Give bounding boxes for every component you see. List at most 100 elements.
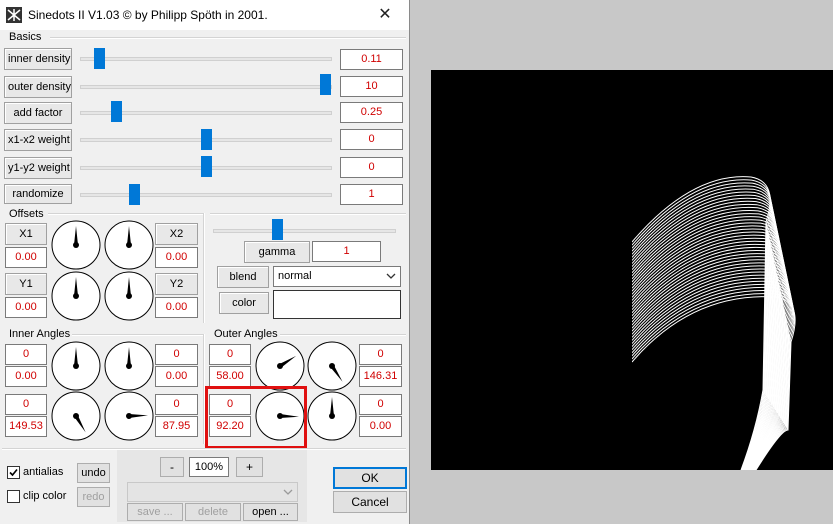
title-bar: Sinedots II V1.03 © by Philipp Spöth in … <box>0 0 409 30</box>
y1-dial[interactable] <box>51 271 101 321</box>
x2-value[interactable]: 0.00 <box>155 247 198 268</box>
outer-density-button[interactable]: outer density <box>4 76 72 98</box>
x1-x2-weight-slider[interactable] <box>201 129 212 150</box>
randomize-button[interactable]: randomize <box>4 184 72 204</box>
outer-br-b-value[interactable]: 0.00 <box>359 416 402 437</box>
sinedots-dialog: Sinedots II V1.03 © by Philipp Spöth in … <box>0 0 410 524</box>
outer-density-value[interactable]: 10 <box>340 76 403 97</box>
randomize-value[interactable]: 1 <box>340 184 403 205</box>
blend-select-value: normal <box>278 270 312 282</box>
x2-button[interactable]: X2 <box>155 223 198 245</box>
sinedot-curve <box>631 188 774 471</box>
offsets-separator <box>203 213 205 323</box>
inner-tl-dial[interactable] <box>51 341 101 391</box>
y1-button[interactable]: Y1 <box>5 273 47 295</box>
app-icon <box>6 7 22 23</box>
outer-tr-a-value[interactable]: 0 <box>359 344 402 365</box>
gamma-track <box>213 229 396 233</box>
zoom-value[interactable]: 100% <box>189 457 229 477</box>
y2-button[interactable]: Y2 <box>155 273 198 295</box>
inner-tr-b-value[interactable]: 0.00 <box>155 366 198 387</box>
zoom-plus-button[interactable]: + <box>236 457 263 477</box>
y1-value[interactable]: 0.00 <box>5 297 47 318</box>
outer-density-slider[interactable] <box>320 74 331 95</box>
chevron-down-icon <box>283 489 293 495</box>
chevron-down-icon <box>386 273 396 279</box>
outer-br-a-value[interactable]: 0 <box>359 394 402 415</box>
undo-button[interactable]: undo <box>77 463 110 483</box>
inner-br-a-value[interactable]: 0 <box>155 394 198 415</box>
inner-density-value[interactable]: 0.11 <box>340 49 403 70</box>
basics-group-label: Basics <box>9 31 42 43</box>
close-icon[interactable]: ✕ <box>365 0 405 30</box>
gamma-button[interactable]: gamma <box>244 241 310 263</box>
inner-tr-a-value[interactable]: 0 <box>155 344 198 365</box>
preset-select[interactable] <box>127 482 298 502</box>
gamma-value[interactable]: 1 <box>312 241 381 262</box>
x1-dial[interactable] <box>51 220 101 270</box>
x1-button[interactable]: X1 <box>5 223 47 245</box>
x2-dial[interactable] <box>104 220 154 270</box>
clip-color-label: clip color <box>23 490 67 502</box>
blend-button[interactable]: blend <box>217 266 269 288</box>
save-button[interactable]: save ... <box>127 503 183 521</box>
cancel-button[interactable]: Cancel <box>333 491 407 513</box>
outer-br-dial[interactable] <box>307 391 357 441</box>
inner-angles-group-label: Inner Angles <box>9 328 71 340</box>
open-button[interactable]: open ... <box>243 503 298 521</box>
add-factor-value[interactable]: 0.25 <box>340 102 403 123</box>
y1-y2-weight-value[interactable]: 0 <box>340 157 403 178</box>
y2-value[interactable]: 0.00 <box>155 297 198 318</box>
randomize-track <box>80 193 332 197</box>
x1-x2-weight-button[interactable]: x1-x2 weight <box>4 129 72 151</box>
add-factor-slider[interactable] <box>111 101 122 122</box>
inner-tr-dial[interactable] <box>104 341 154 391</box>
outer-tl-b-value[interactable]: 58.00 <box>209 366 251 387</box>
window-title: Sinedots II V1.03 © by Philipp Spöth in … <box>28 8 268 22</box>
outer-tl-dial[interactable] <box>255 341 305 391</box>
gamma-slider[interactable] <box>272 219 283 240</box>
inner-density-track <box>80 57 332 61</box>
outer-density-track <box>80 85 332 89</box>
add-factor-button[interactable]: add factor <box>4 102 72 124</box>
y1-y2-weight-slider[interactable] <box>201 156 212 177</box>
inner-density-button[interactable]: inner density <box>4 48 72 70</box>
randomize-slider[interactable] <box>129 184 140 205</box>
sinedots-render <box>431 70 796 471</box>
inner-tl-a-value[interactable]: 0 <box>5 344 47 365</box>
highlight-box <box>205 386 307 449</box>
inner-bl-dial[interactable] <box>51 391 101 441</box>
inner-br-dial[interactable] <box>104 391 154 441</box>
ok-button[interactable]: OK <box>333 467 407 489</box>
inner-angles-divider <box>72 334 203 336</box>
inner-density-slider[interactable] <box>94 48 105 69</box>
inner-br-b-value[interactable]: 87.95 <box>155 416 198 437</box>
render-divider <box>210 213 406 215</box>
outer-tl-a-value[interactable]: 0 <box>209 344 251 365</box>
zoom-minus-button[interactable]: - <box>160 457 184 477</box>
delete-button[interactable]: delete <box>185 503 241 521</box>
outer-angles-group-label: Outer Angles <box>214 328 278 340</box>
outer-tr-dial[interactable] <box>307 341 357 391</box>
inner-tl-b-value[interactable]: 0.00 <box>5 366 47 387</box>
antialias-label: antialias <box>23 466 64 478</box>
y2-dial[interactable] <box>104 271 154 321</box>
checkmark-icon <box>9 468 18 477</box>
preview-canvas <box>431 70 833 471</box>
antialias-checkbox[interactable] <box>7 466 20 479</box>
inner-bl-a-value[interactable]: 0 <box>5 394 47 415</box>
redo-button[interactable]: redo <box>77 487 110 507</box>
blend-select[interactable]: normal <box>273 266 401 287</box>
offsets-group-label: Offsets <box>9 208 44 220</box>
color-button[interactable]: color <box>219 292 269 314</box>
x1-x2-weight-value[interactable]: 0 <box>340 129 403 150</box>
clip-color-checkbox[interactable] <box>7 490 20 503</box>
inner-bl-b-value[interactable]: 149.53 <box>5 416 47 437</box>
y1-y2-weight-button[interactable]: y1-y2 weight <box>4 157 72 179</box>
outer-tr-b-value[interactable]: 146.31 <box>359 366 402 387</box>
color-swatch[interactable] <box>273 290 401 319</box>
basics-divider <box>50 37 406 39</box>
offsets-divider <box>48 213 204 215</box>
outer-angles-divider <box>280 334 406 336</box>
x1-value[interactable]: 0.00 <box>5 247 47 268</box>
